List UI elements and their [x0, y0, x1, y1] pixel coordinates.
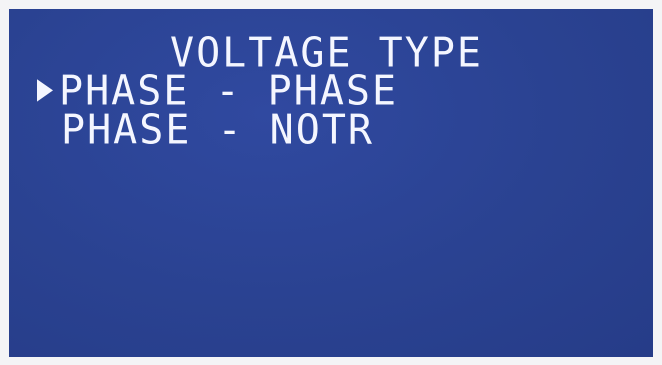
- lcd-screen: VOLTAGE TYPE PHASE - PHASE PHASE - NOTR: [9, 9, 653, 357]
- selection-cursor-icon: [37, 79, 53, 102]
- menu-option-phase-notr[interactable]: PHASE - NOTR: [61, 108, 374, 153]
- device-bezel: VOLTAGE TYPE PHASE - PHASE PHASE - NOTR: [0, 0, 662, 365]
- menu-option-label: PHASE - NOTR: [61, 106, 374, 154]
